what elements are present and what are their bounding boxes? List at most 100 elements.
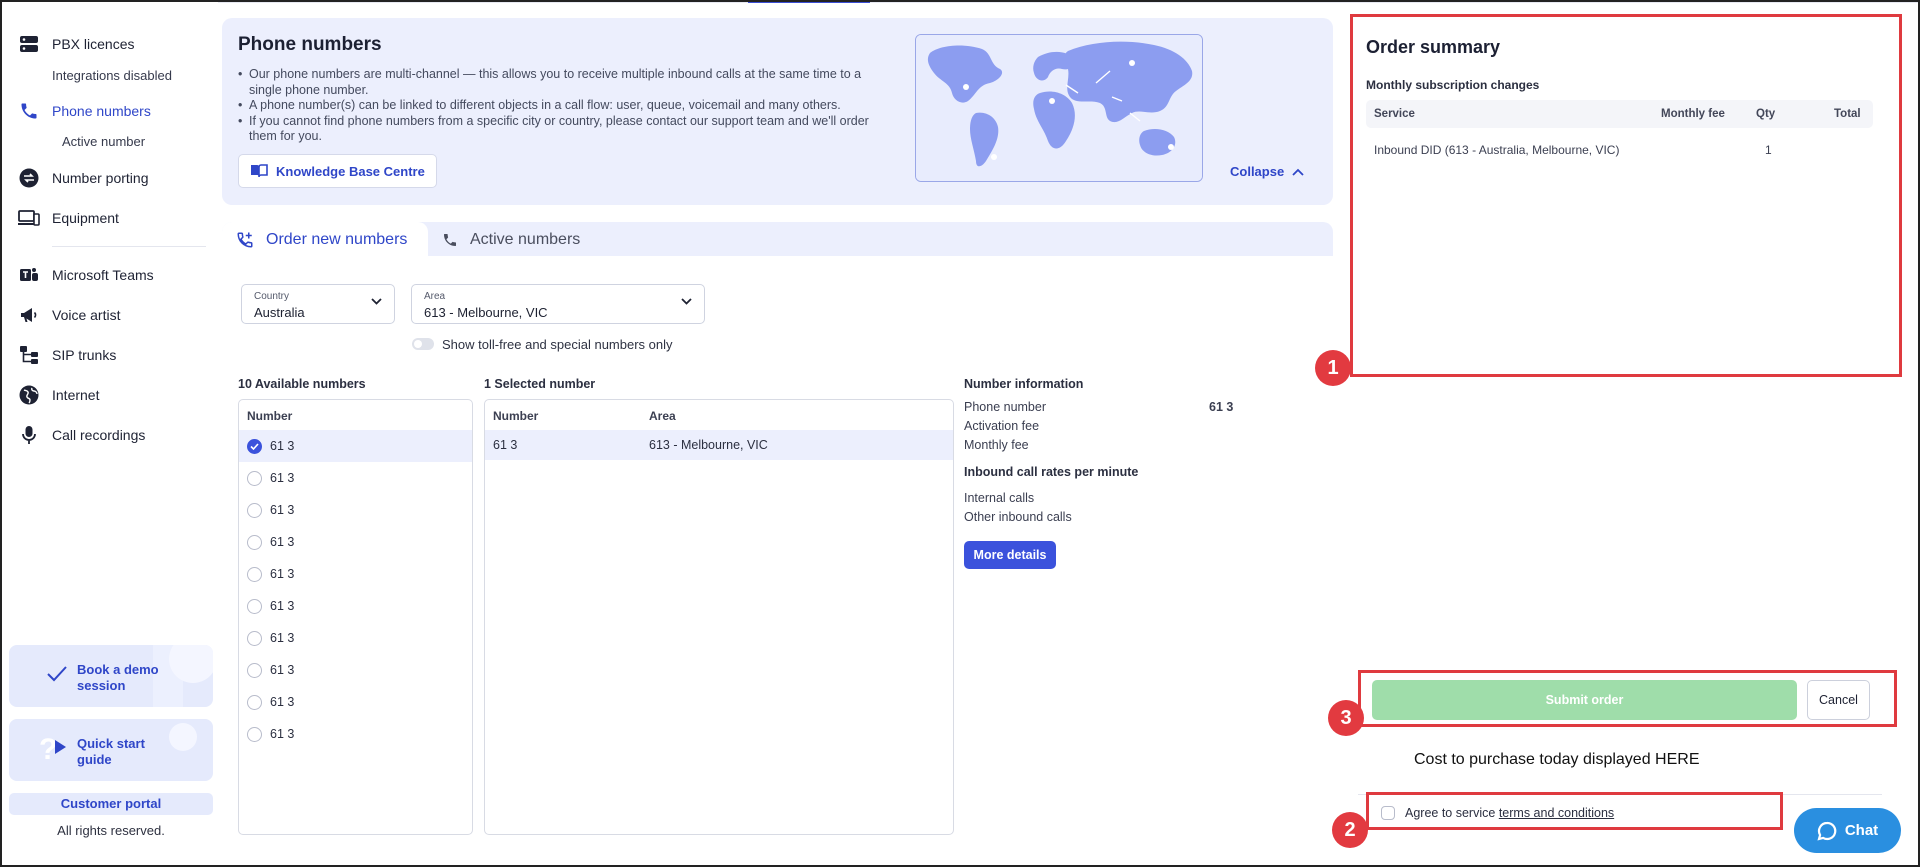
- available-numbers-list: Number 61 3 61 3 61 3 61 3 61 3 61 3 61 …: [238, 399, 473, 835]
- collapse-button[interactable]: Collapse: [1230, 164, 1304, 179]
- table-row[interactable]: 61 3 613 - Melbourne, VIC: [485, 430, 953, 460]
- megaphone-icon: [18, 304, 40, 326]
- area-select[interactable]: Area 613 - Melbourne, VIC: [411, 284, 705, 324]
- order-summary-panel: Order summary Monthly subscription chang…: [1350, 14, 1902, 377]
- checkbox[interactable]: [247, 662, 262, 678]
- list-item[interactable]: 61 3: [239, 462, 472, 494]
- sidebar-item-microsoft-teams[interactable]: Microsoft Teams: [18, 263, 154, 287]
- chevron-up-icon: [1292, 168, 1304, 176]
- checkbox[interactable]: [247, 502, 262, 518]
- customer-portal-button[interactable]: Customer portal: [9, 793, 213, 815]
- checkbox[interactable]: [247, 470, 262, 486]
- internal-calls-label: Internal calls: [964, 491, 1035, 505]
- submit-order-button[interactable]: Submit order: [1372, 680, 1797, 720]
- list-item[interactable]: 61 3: [239, 590, 472, 622]
- sidebar-item-internet[interactable]: Internet: [18, 383, 99, 407]
- checkbox[interactable]: [247, 534, 262, 550]
- active-top-tab-indicator: [748, 0, 870, 3]
- checkbox[interactable]: [247, 566, 262, 582]
- activation-fee-label: Activation fee: [964, 419, 1040, 433]
- sidebar-item-label: Voice artist: [52, 307, 121, 323]
- tab-order-new-numbers[interactable]: Order new numbers: [222, 222, 428, 258]
- number-value: 61 3: [270, 599, 295, 613]
- sidebar-item-call-recordings[interactable]: Call recordings: [18, 423, 145, 447]
- number-value: 61 3: [270, 535, 295, 549]
- checkbox-checked[interactable]: [247, 438, 262, 454]
- sidebar-item-number-porting[interactable]: Number porting: [18, 166, 149, 190]
- world-map-illustration: [915, 34, 1203, 182]
- area-label: Area: [424, 291, 446, 302]
- checkbox[interactable]: [247, 726, 262, 742]
- info-bullet: Our phone numbers are multi-channel — th…: [236, 67, 891, 98]
- book-demo-card[interactable]: Book a demo session: [9, 645, 213, 707]
- selected-table-header: Number Area: [485, 400, 953, 430]
- sidebar-item-phone-numbers[interactable]: Phone numbers: [18, 99, 151, 123]
- cancel-button[interactable]: Cancel: [1807, 680, 1870, 720]
- sidebar-item-label: Equipment: [52, 210, 119, 226]
- service-value: Inbound DID (613 - Australia, Melbourne,…: [1374, 143, 1620, 157]
- list-item[interactable]: 61 3: [239, 622, 472, 654]
- country-select[interactable]: Country Australia: [241, 284, 395, 324]
- teams-icon: [18, 264, 40, 286]
- knowledge-base-button[interactable]: Knowledge Base Centre: [238, 154, 437, 188]
- qty-value: 1: [1765, 143, 1772, 157]
- sidebar-item-voice-artist[interactable]: Voice artist: [18, 303, 120, 327]
- list-item[interactable]: 61 3: [239, 494, 472, 526]
- quick-start-guide-card[interactable]: ? Quick start guide: [9, 719, 213, 781]
- agree-terms-checkbox[interactable]: [1381, 806, 1395, 820]
- order-summary-title: Order summary: [1366, 37, 1501, 57]
- number-value: 61 3: [270, 567, 295, 581]
- top-tab-indicator-bar: [0, 0, 1920, 3]
- more-details-button[interactable]: More details: [964, 541, 1056, 569]
- sidebar-item-sip-trunks[interactable]: SIP trunks: [18, 343, 116, 367]
- selected-number-value: 61 3: [493, 438, 518, 452]
- sidebar-item-label: Phone numbers: [52, 103, 151, 119]
- sidebar-item-pbx-licences[interactable]: PBX licences: [18, 32, 134, 56]
- tab-label: Active numbers: [470, 231, 581, 248]
- tabs-bar: Order new numbers Active numbers: [222, 222, 1333, 258]
- order-summary-subtitle: Monthly subscription changes: [1366, 78, 1540, 92]
- promo-guide-line-1: Quick start: [77, 736, 145, 751]
- sidebar-item-label: Call recordings: [52, 427, 146, 443]
- list-item[interactable]: 61 3: [239, 526, 472, 558]
- column-monthly-fee: Monthly fee: [1661, 108, 1725, 120]
- checkbox[interactable]: [247, 598, 262, 614]
- list-item[interactable]: 61 3: [239, 430, 472, 462]
- chevron-down-icon: [371, 298, 382, 305]
- tab-active-numbers[interactable]: Active numbers: [428, 222, 580, 258]
- phone-add-icon: [236, 231, 254, 249]
- annotation-badge-1: 1: [1315, 350, 1351, 386]
- selected-column-area: Area: [649, 409, 676, 423]
- number-information-title: Number information: [964, 377, 1084, 391]
- chevron-down-icon: [681, 298, 692, 305]
- checkbox[interactable]: [247, 694, 262, 710]
- play-icon: [55, 740, 66, 754]
- number-value: 61 3: [270, 471, 295, 485]
- sidebar-subitem-active-number[interactable]: Active number: [62, 134, 145, 149]
- number-value: 61 3: [270, 727, 295, 741]
- sidebar-item-label: Number porting: [52, 170, 149, 186]
- inbound-rates-title: Inbound call rates per minute: [964, 465, 1139, 479]
- list-item[interactable]: 61 3: [239, 686, 472, 718]
- phone-icon: [18, 100, 40, 122]
- globe-icon: [18, 384, 40, 406]
- promo-demo-line-1: Book a demo: [77, 662, 159, 677]
- chat-button[interactable]: Chat: [1794, 808, 1901, 853]
- column-qty: Qty: [1756, 108, 1776, 120]
- copyright-text: All rights reserved.: [57, 823, 165, 838]
- info-bullet: If you cannot find phone numbers from a …: [236, 114, 891, 145]
- list-item[interactable]: 61 3: [239, 654, 472, 686]
- terms-and-conditions-link[interactable]: terms and conditions: [1499, 806, 1614, 820]
- sidebar-item-label: Internet: [52, 387, 100, 403]
- server-icon: [18, 33, 40, 55]
- sidebar-item-label: PBX licences: [52, 36, 135, 52]
- toll-free-toggle[interactable]: [412, 338, 434, 350]
- country-label: Country: [254, 291, 290, 302]
- list-item[interactable]: 61 3: [239, 718, 472, 750]
- phone-number-value: 61 3: [1209, 400, 1234, 414]
- sidebar-item-label: SIP trunks: [52, 347, 117, 363]
- checkmark-icon: [47, 666, 67, 682]
- list-item[interactable]: 61 3: [239, 558, 472, 590]
- sidebar-item-equipment[interactable]: Equipment: [18, 206, 119, 230]
- checkbox[interactable]: [247, 630, 262, 646]
